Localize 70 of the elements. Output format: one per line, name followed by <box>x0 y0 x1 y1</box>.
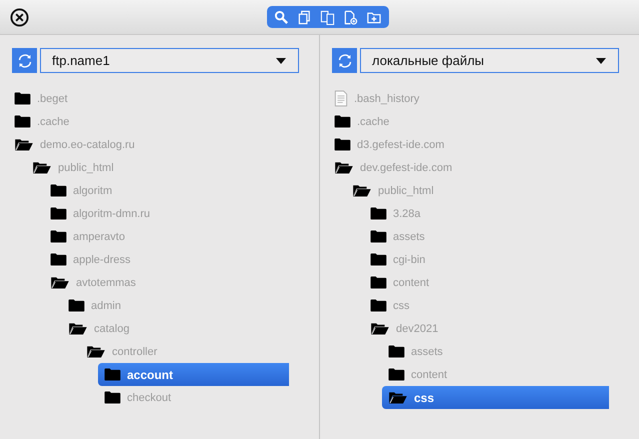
tree-item[interactable]: 3.28a <box>364 202 609 225</box>
tree-item[interactable]: demo.eo-catalog.ru <box>8 133 289 156</box>
folder-icon <box>388 368 405 381</box>
tree-item[interactable]: .bash_history <box>328 87 609 110</box>
open-folder-icon <box>86 345 106 358</box>
tree-item[interactable]: css <box>364 294 609 317</box>
folder-icon <box>14 115 31 128</box>
search-icon[interactable] <box>274 10 289 24</box>
tree-item[interactable]: checkout <box>98 386 289 409</box>
refresh-button[interactable] <box>332 48 357 73</box>
tree-item[interactable]: d3.gefest-ide.com <box>328 133 609 156</box>
open-folder-icon <box>334 161 354 174</box>
folder-icon <box>50 207 67 220</box>
folder-icon <box>50 253 67 266</box>
tree-item[interactable]: content <box>364 271 609 294</box>
open-folder-icon <box>388 391 408 404</box>
tree-item[interactable]: algoritm-dmn.ru <box>44 202 289 225</box>
open-folder-icon <box>50 276 70 289</box>
folder-icon <box>370 253 387 266</box>
folder-icon <box>50 230 67 243</box>
source-dropdown[interactable]: локальные файлы <box>360 48 619 73</box>
refresh-button[interactable] <box>12 48 37 73</box>
tree-item[interactable]: algoritm <box>44 179 289 202</box>
tree-item[interactable]: cgi-bin <box>364 248 609 271</box>
tree-item[interactable]: catalog <box>62 317 289 340</box>
refresh-icon <box>16 52 32 68</box>
folder-icon <box>370 276 387 289</box>
tree-item[interactable]: amperavto <box>44 225 289 248</box>
tree-item[interactable]: css <box>382 386 609 409</box>
tree-item[interactable]: dev2021 <box>364 317 609 340</box>
refresh-icon <box>336 52 352 68</box>
caret-icon <box>276 58 286 64</box>
tree-item[interactable]: apple-dress <box>44 248 289 271</box>
tree-item[interactable]: account <box>98 363 289 386</box>
tree-item[interactable]: public_html <box>346 179 609 202</box>
folder-icon <box>388 345 405 358</box>
folder-icon <box>334 115 351 128</box>
folder-icon <box>104 391 121 404</box>
caret-icon <box>596 58 606 64</box>
folder-icon <box>370 207 387 220</box>
open-folder-icon <box>14 138 34 151</box>
folder-icon <box>14 92 31 105</box>
folder-icon <box>370 230 387 243</box>
tree-item[interactable]: .beget <box>8 87 289 110</box>
tree-item[interactable]: public_html <box>26 156 289 179</box>
tree-item[interactable]: .cache <box>8 110 289 133</box>
tree-item[interactable]: assets <box>382 340 609 363</box>
tree-item[interactable]: avtotemmas <box>44 271 289 294</box>
tree-item[interactable]: .cache <box>328 110 609 133</box>
open-folder-icon <box>32 161 52 174</box>
tree-item[interactable]: dev.gefest-ide.com <box>328 156 609 179</box>
tree-item[interactable]: content <box>382 363 609 386</box>
folder-icon <box>50 184 67 197</box>
compare-documents-icon[interactable] <box>320 10 335 24</box>
folder-icon <box>68 299 85 312</box>
open-folder-icon <box>370 322 390 335</box>
new-folder-icon[interactable] <box>366 10 382 24</box>
folder-icon <box>370 299 387 312</box>
document-icon <box>334 90 348 107</box>
close-icon[interactable] <box>10 8 29 27</box>
folder-icon <box>104 368 121 381</box>
folder-icon <box>334 138 351 151</box>
copy-icon[interactable] <box>297 10 312 24</box>
source-dropdown[interactable]: ftp.name1 <box>40 48 299 73</box>
open-folder-icon <box>68 322 88 335</box>
tree-item[interactable]: admin <box>62 294 289 317</box>
tree-item[interactable]: controller <box>80 340 289 363</box>
tree-item[interactable]: assets <box>364 225 609 248</box>
open-folder-icon <box>352 184 372 197</box>
new-file-icon[interactable] <box>343 10 358 24</box>
